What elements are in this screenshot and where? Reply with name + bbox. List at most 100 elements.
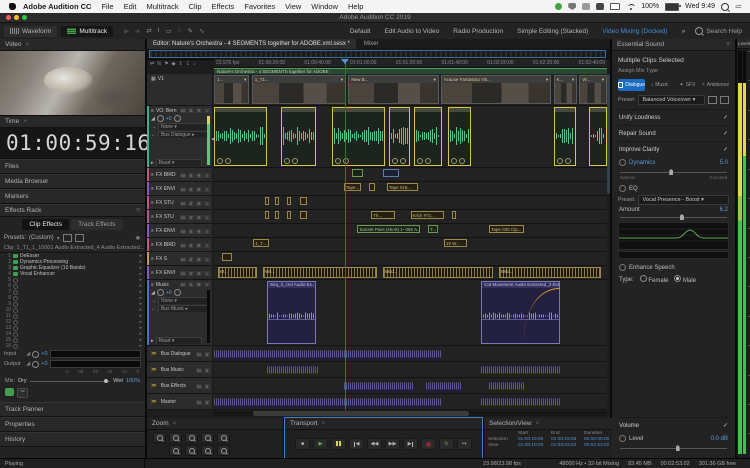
wifi-icon[interactable] [626,3,635,10]
clip-stretch-icon[interactable] [451,158,457,164]
clip-gain-icon[interactable] [565,158,571,164]
female-radio[interactable]: Female [640,275,669,284]
track-arm-button[interactable]: R [196,257,202,262]
vertical-scrollbar[interactable] [607,74,610,194]
track-solo-button[interactable]: S [188,187,194,192]
clip-fx-icon[interactable]: ▾ [244,77,246,83]
fx-clip[interactable] [287,211,292,219]
security-status-icon[interactable] [568,3,576,10]
track-monitor-button[interactable]: I [204,229,210,234]
track-lane-fx-bird[interactable] [214,168,607,182]
effect-power-icon[interactable] [13,254,18,258]
effect-power-icon[interactable] [13,260,18,264]
fx-clip[interactable]: W... [218,267,257,278]
search-help[interactable]: Search Help [695,27,750,35]
fx-clip[interactable]: Sunset Pass (short) 1- 092 A... [357,225,420,233]
preset-save-icon[interactable] [708,96,717,104]
video-clip[interactable]: Krause Fantastico V5...▾ [441,75,551,104]
tab-clip-effects[interactable]: Clip Effects [22,219,69,230]
clip-gain-icon[interactable] [425,158,431,164]
video-clip[interactable]: New B...▾ [348,75,438,104]
fx-clip[interactable] [369,183,375,191]
bus-name[interactable]: Master [161,399,194,405]
fx-clip[interactable] [265,197,269,205]
check-unify-loudness[interactable]: Unify Loudness✓ [618,109,729,125]
track-arm-button[interactable]: R [196,173,202,178]
tool-icon-1[interactable]: ◈ [135,27,140,35]
level-slider[interactable] [620,448,727,449]
clip-fx-icon[interactable]: ▾ [546,77,548,83]
dialogue-clip[interactable] [414,107,442,166]
dialogue-clip[interactable] [554,107,576,166]
notification-center-icon[interactable]: ≔ [735,3,742,11]
track-monitor-button[interactable]: I [204,173,210,178]
dynamics-slider[interactable] [620,172,727,173]
navigator-view-box[interactable] [149,50,606,58]
zoom-in-time-button[interactable] [185,432,198,443]
workspace-video-mixing-docked[interactable]: Video Mixing (Docked) [602,28,667,35]
track-header-fx-bird[interactable]: ≡FX BIRDMSRI [147,168,212,182]
preset-delete-icon[interactable] [75,234,84,242]
track-mute-button[interactable]: M [180,215,186,220]
loop-playback-button[interactable]: ↻ [439,438,454,450]
clip-fx-icon[interactable]: ▾ [602,77,604,83]
track-input-select[interactable]: None ▾ [158,297,210,305]
track-monitor-button[interactable]: I [204,187,210,192]
fx-clip[interactable] [275,197,279,205]
menu-multitrack[interactable]: Multitrack [147,2,179,11]
menu-edit[interactable]: Edit [124,2,137,11]
video-clip[interactable]: 1...▾ [214,75,249,104]
volume-section[interactable]: Volume ✓ [618,417,729,433]
track-arm-button[interactable]: R [196,282,202,287]
male-radio[interactable]: Male [674,275,696,284]
fx-clip[interactable] [265,211,269,219]
track-output-select[interactable]: Bus Dialogue ▸ [158,131,210,139]
section-history[interactable]: History [0,432,145,447]
panel-close-icon[interactable]: × [23,118,27,125]
track-arm-button[interactable]: R [196,229,202,234]
essential-sound-header[interactable]: Essential Sound≡ [612,39,735,51]
automation-expand-icon[interactable]: ▸ [151,338,154,344]
editor-toolbar-icon-4[interactable]: ↥ [178,61,182,67]
menu-help[interactable]: Help [348,2,363,11]
track-lane-fx-s[interactable] [214,252,607,266]
track-name[interactable]: FX ENVI [156,186,178,192]
dialogue-clip[interactable] [448,107,472,166]
fx-clip[interactable]: Wild... [499,267,601,278]
output-slider-icon[interactable]: ◢ [26,361,30,367]
video-track-name[interactable]: V1 [158,76,210,82]
dialogue-clip[interactable] [332,107,385,166]
fx-clip[interactable] [352,169,364,177]
fx-clip[interactable] [452,211,457,219]
effect-power-icon[interactable] [13,326,18,331]
effect-power-icon[interactable] [13,272,18,276]
rewind-button[interactable]: ◀◀ [367,438,382,450]
track-mute-button[interactable]: M [180,108,186,113]
track-arm-button[interactable]: R [196,187,202,192]
track-mute-button[interactable]: M [180,271,186,276]
fx-clip[interactable]: Tape... [344,183,362,191]
track-solo-button[interactable]: S [188,271,194,276]
effect-power-icon[interactable] [13,314,18,319]
track-name[interactable]: FX STU [156,214,178,220]
enhance-speech-power-toggle[interactable] [619,264,626,271]
track-lane-fx-envi[interactable]: Sunset Pass (short) 1- 092 A...T...Tape … [214,224,607,238]
effect-power-icon[interactable] [13,278,18,283]
zoom-to-in-point-button[interactable] [169,445,182,456]
workspace-edit-audio-to-video[interactable]: Edit Audio to Video [384,28,439,35]
pan-knob[interactable] [174,115,181,122]
workspace-radio-production[interactable]: Radio Production [453,28,503,35]
tab-track-effects[interactable]: Track Effects [71,219,123,230]
track-solo-button[interactable]: S [188,108,194,113]
track-arm-button[interactable]: R [196,201,202,206]
track-lane-vo-bern[interactable] [214,106,607,168]
levels-panel-header[interactable]: Levels [737,39,750,49]
track-name[interactable]: FX ENVI [156,228,178,234]
timeline-ruler[interactable]: 23.976 fps01:00:20:0001:00:40:0001:01:00… [214,59,607,68]
video-track-lane[interactable]: 1...▾1_T1...▾New B...▾Krause Fantastico … [214,74,607,106]
tool-icon-2[interactable]: ⇄ [146,27,151,35]
panel-menu-icon[interactable]: ≡ [136,207,140,214]
bus-header-bus-dialogue[interactable]: ≫Bus DialogueMS [147,346,212,362]
effect-power-icon[interactable] [13,344,18,349]
track-solo-button[interactable]: S [204,400,210,405]
